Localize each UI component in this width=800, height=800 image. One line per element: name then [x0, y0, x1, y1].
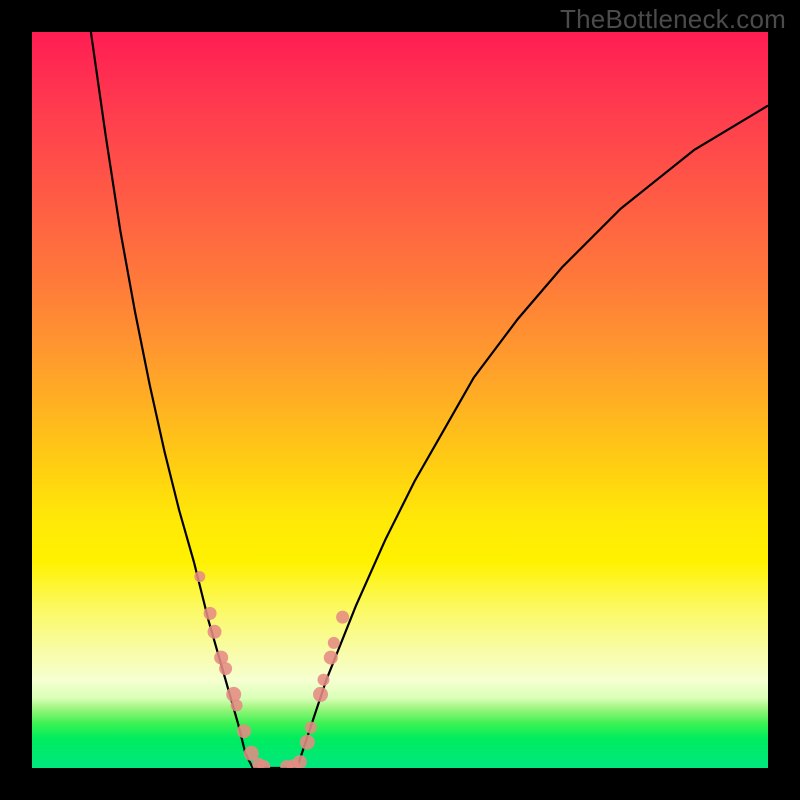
curve-line [91, 32, 768, 768]
data-marker [318, 674, 330, 686]
data-marker [194, 571, 205, 582]
data-marker [328, 637, 340, 649]
data-marker [300, 735, 315, 750]
data-marker [324, 651, 338, 665]
plot-area [32, 32, 768, 768]
chart-frame: TheBottleneck.com [0, 0, 800, 800]
bottleneck-curve [32, 32, 768, 768]
marker-group [194, 571, 349, 768]
data-marker [208, 625, 222, 639]
data-marker [226, 687, 241, 702]
data-marker [305, 722, 317, 734]
data-marker [293, 755, 307, 768]
data-marker [336, 611, 349, 624]
data-marker [204, 607, 217, 620]
data-marker [231, 699, 243, 711]
data-marker [237, 724, 251, 738]
data-marker [313, 687, 328, 702]
watermark-text: TheBottleneck.com [560, 4, 786, 35]
data-marker [219, 662, 232, 675]
